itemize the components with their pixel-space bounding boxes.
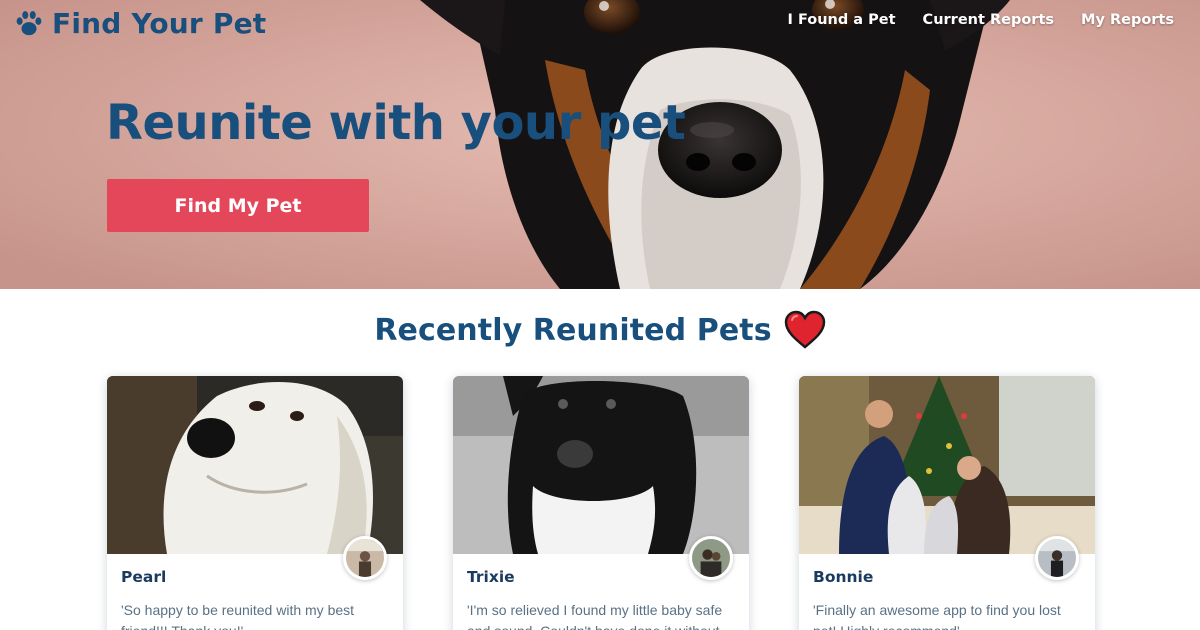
find-my-pet-button[interactable]: Find My Pet: [107, 179, 369, 232]
reunited-card-bonnie[interactable]: Bonnie 'Finally an awesome app to find y…: [799, 376, 1095, 630]
testimonial-text: 'So happy to be reunited with my best fr…: [121, 602, 355, 630]
nav-link-found-pet[interactable]: I Found a Pet: [788, 12, 896, 28]
pet-photo-pearl: [107, 376, 403, 554]
testimonial-text: 'Finally an awesome app to find you lost…: [813, 602, 1061, 630]
brand-logo[interactable]: Find Your Pet: [14, 4, 266, 42]
owner-avatar: [343, 536, 387, 580]
section-title: Recently Reunited Pets: [374, 312, 772, 348]
top-nav: I Found a Pet Current Reports My Reports: [788, 12, 1174, 28]
pet-photo-trixie: [453, 376, 749, 554]
hero-title: Reunite with your pet: [106, 95, 686, 151]
brand-title: Find Your Pet: [52, 6, 267, 40]
pet-name: Bonnie: [813, 568, 874, 586]
heart-icon: [784, 310, 825, 349]
owner-avatar: [1035, 536, 1079, 580]
hero-banner: Find Your Pet I Found a Pet Current Repo…: [0, 0, 1200, 289]
pet-name: Trixie: [467, 568, 515, 586]
section-header: Recently Reunited Pets: [0, 310, 1200, 350]
nav-link-current-reports[interactable]: Current Reports: [923, 12, 1054, 28]
paw-icon: [16, 11, 42, 36]
testimonial-text: 'I'm so relieved I found my little baby …: [467, 602, 723, 630]
nav-link-my-reports[interactable]: My Reports: [1081, 12, 1174, 28]
pet-photo-bonnie: [799, 376, 1095, 554]
owner-avatar: [689, 536, 733, 580]
reunited-card-pearl[interactable]: Pearl 'So happy to be reunited with my b…: [107, 376, 403, 630]
pet-name: Pearl: [121, 568, 167, 586]
reunited-card-trixie[interactable]: Trixie 'I'm so relieved I found my littl…: [453, 376, 749, 630]
